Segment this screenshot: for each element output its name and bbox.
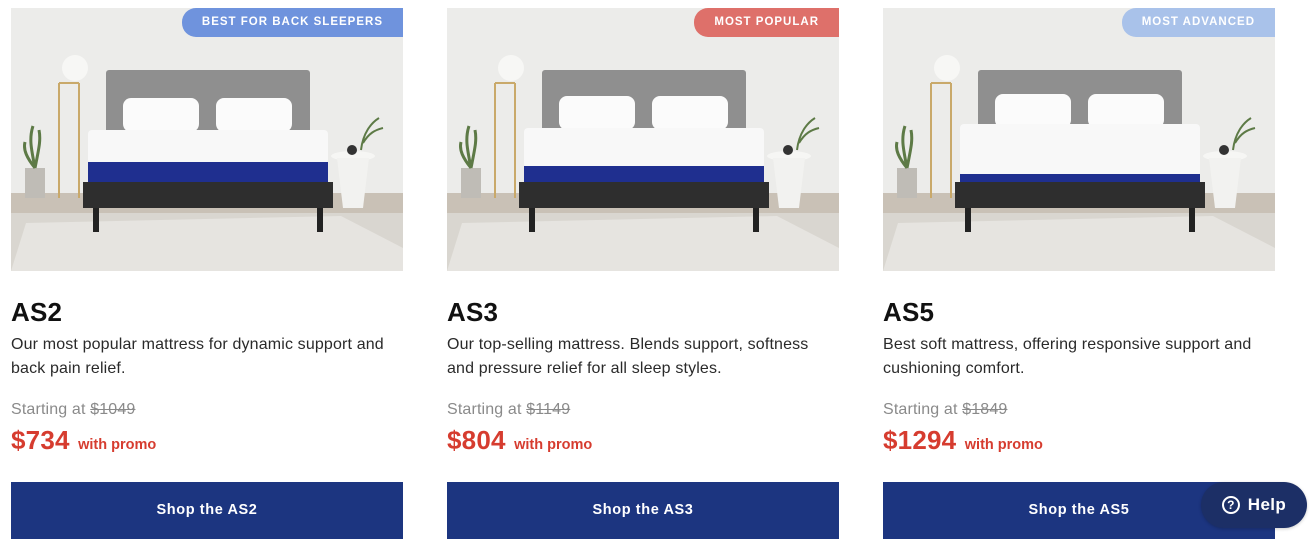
promo-label: with promo [78,437,157,453]
help-button[interactable]: ? Help [1201,482,1307,528]
original-price: $1149 [526,401,571,418]
shop-as3-button[interactable]: Shop the AS3 [447,482,839,539]
product-name[interactable]: AS3 [447,297,839,327]
original-price: $1849 [962,401,1008,418]
product-image-as2[interactable]: BEST FOR BACK SLEEPERS [11,8,403,271]
product-badge: MOST ADVANCED [1121,8,1275,37]
product-badge: BEST FOR BACK SLEEPERS [181,8,403,37]
product-name[interactable]: AS5 [883,297,1275,327]
product-card-as3: MOST POPULAR AS3 Our top-selling mattres… [447,8,839,539]
product-image-as3[interactable]: MOST POPULAR [447,8,839,271]
product-card-as2: BEST FOR BACK SLEEPERS AS2 Our most popu… [11,8,403,539]
product-card-as5: MOST ADVANCED AS5 Best soft mattress, of… [883,8,1275,539]
promo-price-row: $1294 with promo [883,425,1275,460]
starting-label: Starting at [883,401,958,418]
original-price: $1049 [90,401,136,418]
promo-price-row: $804 with promo [447,425,839,460]
promo-price: $1294 [883,425,957,455]
starting-price: Starting at $1049 [11,399,403,421]
starting-label: Starting at [447,401,522,418]
promo-price: $734 [11,425,70,455]
question-circle-icon: ? [1221,496,1240,514]
product-name[interactable]: AS2 [11,297,403,327]
help-label: Help [1247,495,1287,514]
starting-label: Starting at [11,401,86,418]
product-image-as5[interactable]: MOST ADVANCED [883,8,1275,271]
starting-price: Starting at $1849 [883,399,1275,421]
product-comparison-page: BEST FOR BACK SLEEPERS AS2 Our most popu… [0,0,1314,550]
promo-price-row: $734 with promo [11,425,403,460]
product-description: Best soft mattress, offering responsive … [883,336,1252,377]
shop-as2-button[interactable]: Shop the AS2 [11,482,403,539]
promo-price: $804 [447,425,506,455]
product-description: Our most popular mattress for dynamic su… [11,336,384,377]
product-description: Our top-selling mattress. Blends support… [447,336,809,377]
product-badge: MOST POPULAR [694,8,839,37]
promo-label: with promo [514,437,593,453]
promo-label: with promo [964,437,1043,453]
starting-price: Starting at $1149 [447,399,839,421]
